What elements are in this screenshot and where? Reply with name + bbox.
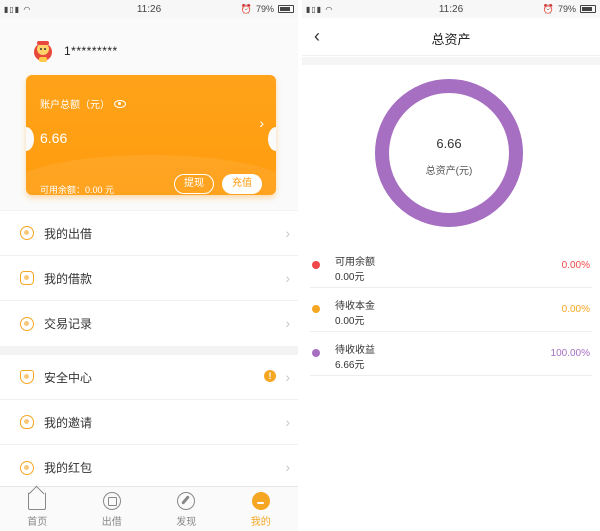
lend-icon — [20, 226, 34, 240]
donut-total-value: 6.66 — [436, 136, 462, 151]
total-amount-label-text: 账户总额（元） — [40, 100, 110, 111]
legend-name: 可用余额 — [335, 257, 375, 268]
page-title: 总资产 — [431, 32, 471, 47]
legend-percent: 100.00% — [550, 348, 590, 359]
legend-percent: 0.00% — [561, 304, 590, 315]
menu-item-my-lending[interactable]: 我的出借 › — [0, 211, 298, 256]
menu-item-label: 我的出借 — [44, 226, 93, 241]
menu-item-label: 我的红包 — [44, 461, 93, 475]
chevron-right-icon: › — [285, 225, 290, 241]
donut-total-label: 总资产(元) — [425, 166, 473, 177]
legend-dot — [312, 349, 320, 357]
card-notch-left — [26, 127, 34, 151]
menu-item-my-invitations[interactable]: 我的邀请 › — [0, 400, 298, 445]
divider — [302, 57, 600, 65]
home-icon — [28, 492, 47, 510]
tab-label: 我的 — [250, 517, 271, 528]
menu-item-red-packets[interactable]: 我的红包 › — [0, 445, 298, 490]
mine-icon — [251, 492, 270, 510]
account-card[interactable]: 账户总额（元） 6.66 › 可用余额：0.00 元 提现 充值 — [26, 75, 276, 195]
compass-icon — [177, 492, 196, 510]
invite-icon — [20, 415, 34, 429]
chevron-right-icon: › — [285, 270, 290, 286]
total-amount-label: 账户总额（元） — [40, 96, 126, 111]
record-icon — [20, 316, 34, 331]
battery-icon — [278, 5, 294, 13]
menu-item-security-center[interactable]: 安全中心 ! › — [0, 355, 298, 400]
available-balance: 可用余额：0.00 元 — [40, 185, 115, 195]
menu-item-label: 安全中心 — [44, 370, 93, 385]
card-notch-right — [268, 127, 276, 151]
tab-label: 出借 — [101, 517, 122, 528]
profile-header: 1********* 账户总额（元） 6.66 › 可用余额：0.00 元 提现… — [0, 18, 298, 210]
legend-percent: 0.00% — [561, 260, 590, 271]
withdraw-button[interactable]: 提现 — [174, 174, 214, 194]
tab-lend[interactable]: 出借 — [75, 487, 150, 531]
menu-item-my-loans[interactable]: 我的借款 › — [0, 256, 298, 301]
legend-row-income: 待收收益 6.66元 100.00% — [310, 332, 592, 376]
phone-number: 1********* — [64, 44, 118, 58]
status-bar: ▮▯▮ ◠ 11:26 ⏰ 79% — [302, 0, 600, 18]
legend-name: 待收收益 — [335, 345, 375, 356]
legend-row-principal: 待收本金 0.00元 0.00% — [310, 288, 592, 332]
chevron-right-icon: › — [285, 414, 290, 430]
tab-label: 首页 — [27, 517, 48, 528]
asset-legend: 可用余额 0.00元 0.00% 待收本金 0.00元 0.00% 待收收益 6… — [302, 244, 600, 376]
total-amount: 6.66 — [40, 130, 68, 146]
recharge-button[interactable]: 充值 — [222, 174, 262, 194]
legend-dot — [312, 261, 320, 269]
chevron-right-icon[interactable]: › — [259, 115, 264, 131]
warning-badge: ! — [264, 370, 276, 382]
status-time: 11:26 — [136, 3, 162, 15]
menu-group-2: 安全中心 ! › 我的邀请 › 我的红包 › — [0, 355, 298, 490]
redpacket-icon — [20, 460, 34, 475]
status-bar: ▮▯▮ ◠ 11:26 ⏰ 79% — [0, 0, 298, 18]
legend-amount: 0.00元 — [335, 272, 365, 283]
total-assets-screen: ▮▯▮ ◠ 11:26 ⏰ 79% ‹ 总资产 6.66 总资产(元) 可用余额… — [302, 0, 600, 531]
legend-amount: 0.00元 — [335, 316, 365, 327]
loan-icon — [20, 271, 34, 285]
shield-icon — [20, 370, 34, 384]
asset-donut-chart — [375, 79, 523, 227]
menu-group-1: 我的出借 › 我的借款 › 交易记录 › — [0, 211, 298, 346]
tab-label: 发现 — [176, 517, 197, 528]
chevron-right-icon: › — [285, 459, 290, 475]
legend-dot — [312, 305, 320, 313]
bottom-tab-bar: 首页 出借 发现 我的 — [0, 486, 298, 531]
avatar[interactable] — [30, 38, 56, 64]
menu-item-label: 我的邀请 — [44, 415, 93, 430]
legend-amount: 6.66元 — [335, 360, 365, 371]
chevron-right-icon: › — [285, 369, 290, 385]
chevron-right-icon: › — [285, 315, 290, 331]
status-time: 11:26 — [438, 3, 464, 15]
legend-name: 待收本金 — [335, 301, 375, 312]
menu-item-transactions[interactable]: 交易记录 › — [0, 301, 298, 346]
tab-home[interactable]: 首页 — [0, 487, 75, 531]
battery-icon — [580, 5, 596, 13]
menu-item-label: 我的借款 — [44, 271, 93, 286]
eye-icon[interactable] — [114, 99, 126, 108]
menu-item-label: 交易记录 — [44, 317, 93, 331]
tab-mine[interactable]: 我的 — [224, 487, 299, 531]
tab-discover[interactable]: 发现 — [149, 487, 224, 531]
donut-segment-2 — [375, 79, 523, 227]
lend-tab-icon — [102, 492, 121, 510]
nav-bar: ‹ 总资产 — [302, 18, 600, 56]
legend-row-available: 可用余额 0.00元 0.00% — [310, 244, 592, 288]
my-account-screen: ▮▯▮ ◠ 11:26 ⏰ 79% 1********* 账户总额（元） 6.6 — [0, 0, 298, 531]
